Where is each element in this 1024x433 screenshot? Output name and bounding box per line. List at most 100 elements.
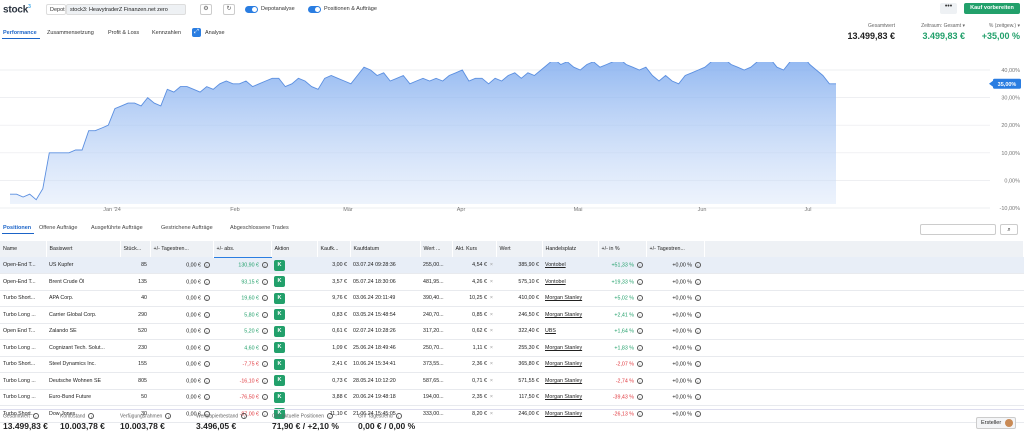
cell-handelsplatz[interactable]: Morgan Stanley: [542, 389, 598, 406]
cell-handelsplatz[interactable]: Vontobel: [542, 273, 598, 291]
info-icon[interactable]: i: [695, 311, 701, 318]
tab-kennzahlen[interactable]: Kennzahlen: [152, 30, 181, 36]
close-icon[interactable]: ×: [490, 295, 493, 301]
column-header[interactable]: Basiswert: [46, 241, 121, 257]
info-icon[interactable]: i: [695, 328, 701, 335]
column-header[interactable]: Kaufdatum: [350, 241, 421, 257]
cell-name[interactable]: Turbo Short...: [0, 290, 46, 307]
kaufen-button[interactable]: K: [274, 342, 285, 354]
tab-ausgefuehrte-auftraege[interactable]: Ausgeführte Aufträge: [91, 225, 143, 231]
info-icon[interactable]: i: [395, 413, 402, 419]
info-icon[interactable]: i: [262, 278, 268, 285]
cell-handelsplatz[interactable]: Morgan Stanley: [542, 372, 598, 390]
close-icon[interactable]: ×: [490, 312, 493, 318]
info-icon[interactable]: i: [637, 377, 643, 384]
kaufen-button[interactable]: K: [274, 259, 285, 271]
info-icon[interactable]: i: [695, 295, 701, 302]
info-icon[interactable]: i: [204, 311, 210, 318]
column-header[interactable]: Name: [0, 241, 47, 257]
info-icon[interactable]: i: [637, 311, 643, 318]
info-icon[interactable]: i: [695, 261, 701, 268]
pct-select[interactable]: % (zeitgew.) ▾: [970, 23, 1020, 29]
info-icon[interactable]: i: [695, 377, 701, 384]
column-header[interactable]: Kaufk...: [317, 241, 351, 257]
info-icon[interactable]: i: [262, 344, 268, 351]
cell-handelsplatz[interactable]: Vontobel: [542, 257, 598, 274]
cell-handelsplatz[interactable]: Morgan Stanley: [542, 339, 598, 357]
info-icon[interactable]: i: [695, 344, 701, 351]
table-row[interactable]: Open-End T... Brent Crude Öl 135 0,00 € i 93,…: [0, 273, 1024, 291]
cell-handelsplatz[interactable]: Morgan Stanley: [542, 306, 598, 324]
ersteller-button[interactable]: Ersteller: [976, 417, 1016, 429]
info-icon[interactable]: i: [204, 361, 210, 368]
tab-offene-auftraege[interactable]: Offene Aufträge: [39, 225, 77, 231]
info-icon[interactable]: i: [262, 262, 268, 269]
tab-performance[interactable]: Performance: [3, 30, 37, 36]
info-icon[interactable]: i: [262, 377, 268, 384]
tab-profit-loss[interactable]: Profit & Loss: [108, 30, 139, 36]
table-row[interactable]: Open End T... Zalando SE 520 0,00 € i 5,20 € i…: [0, 323, 1024, 340]
info-icon[interactable]: i: [262, 328, 268, 335]
info-icon[interactable]: i: [262, 361, 268, 368]
close-icon[interactable]: ×: [490, 262, 493, 268]
cell-name[interactable]: Open-End T...: [0, 273, 46, 291]
table-row[interactable]: Turbo Long ... Carrier Global Corp. 290 0,0…: [0, 306, 1024, 324]
table-row[interactable]: Turbo Short... APA Corp. 40 0,00 € i 19,60 € i…: [0, 290, 1024, 307]
kaufen-button[interactable]: K: [274, 375, 285, 387]
info-icon[interactable]: i: [204, 328, 210, 335]
close-icon[interactable]: ×: [490, 279, 493, 285]
tab-positionen[interactable]: Positionen: [3, 225, 31, 231]
tab-zusammensetzung[interactable]: Zusammensetzung: [47, 30, 94, 36]
info-icon[interactable]: i: [241, 413, 248, 419]
info-icon[interactable]: i: [637, 361, 643, 368]
depotanalyse-toggle[interactable]: [245, 6, 258, 13]
cell-handelsplatz[interactable]: Morgan Stanley: [542, 290, 598, 307]
info-icon[interactable]: i: [695, 278, 701, 285]
cell-handelsplatz[interactable]: Morgan Stanley: [542, 356, 598, 373]
info-icon[interactable]: i: [262, 311, 268, 318]
info-icon[interactable]: i: [326, 413, 333, 419]
kaufen-button[interactable]: K: [274, 391, 285, 403]
cell-name[interactable]: Turbo Long ...: [0, 389, 46, 406]
more-menu-button[interactable]: •••: [940, 3, 957, 14]
kaufen-button[interactable]: K: [274, 325, 285, 337]
settings-icon[interactable]: ⚙: [200, 4, 212, 15]
cell-name[interactable]: Turbo Short...: [0, 356, 46, 373]
column-header[interactable]: Wert: [496, 241, 543, 257]
close-icon[interactable]: ×: [490, 328, 493, 334]
info-icon[interactable]: i: [262, 394, 268, 401]
close-icon[interactable]: ×: [490, 394, 493, 400]
positionen-toggle[interactable]: [308, 6, 321, 13]
depot-select[interactable]: stock3: HeavytraderZ Finanzen.net zero: [66, 4, 186, 15]
cell-name[interactable]: Open-End T...: [0, 257, 46, 274]
tab-gestrichene-auftraege[interactable]: Gestrichene Aufträge: [161, 225, 213, 231]
refresh-icon[interactable]: ↻: [223, 4, 235, 15]
info-icon[interactable]: i: [637, 328, 643, 335]
kaufen-button[interactable]: K: [274, 309, 285, 321]
search-icon[interactable]: ⌕: [1000, 224, 1018, 235]
tab-analyse[interactable]: Analyse: [205, 30, 225, 36]
kaufen-button[interactable]: K: [274, 276, 285, 288]
info-icon[interactable]: i: [204, 278, 210, 285]
info-icon[interactable]: i: [637, 394, 643, 401]
cell-handelsplatz[interactable]: UBS: [542, 323, 598, 340]
cell-name[interactable]: Turbo Long ...: [0, 306, 46, 324]
table-row[interactable]: Turbo Long ... Euro-Bund Future 50 0,00 € i -…: [0, 389, 1024, 406]
column-header[interactable]: Stück...: [120, 241, 151, 257]
table-row[interactable]: Turbo Short... Steel Dynamics Inc. 155 0,00…: [0, 356, 1024, 373]
info-icon[interactable]: i: [204, 261, 210, 268]
close-icon[interactable]: ×: [490, 361, 493, 367]
kaufen-button[interactable]: K: [274, 358, 285, 370]
column-header[interactable]: Handelsplatz: [542, 241, 599, 257]
info-icon[interactable]: i: [204, 295, 210, 302]
info-icon[interactable]: i: [637, 295, 643, 302]
column-header[interactable]: Aktion: [271, 241, 318, 257]
column-header[interactable]: +/- Tagestren...: [646, 241, 705, 257]
info-icon[interactable]: i: [695, 394, 701, 401]
cell-name[interactable]: Turbo Long ...: [0, 339, 46, 357]
kauf-vorbereiten-button[interactable]: Kauf vorbereiten: [964, 3, 1020, 14]
close-icon[interactable]: ×: [490, 378, 493, 384]
info-icon[interactable]: i: [637, 278, 643, 285]
table-row[interactable]: Turbo Long ... Cognizant Tech. Solut... 23…: [0, 339, 1024, 357]
column-header[interactable]: +/- Tagestren...: [150, 241, 214, 257]
